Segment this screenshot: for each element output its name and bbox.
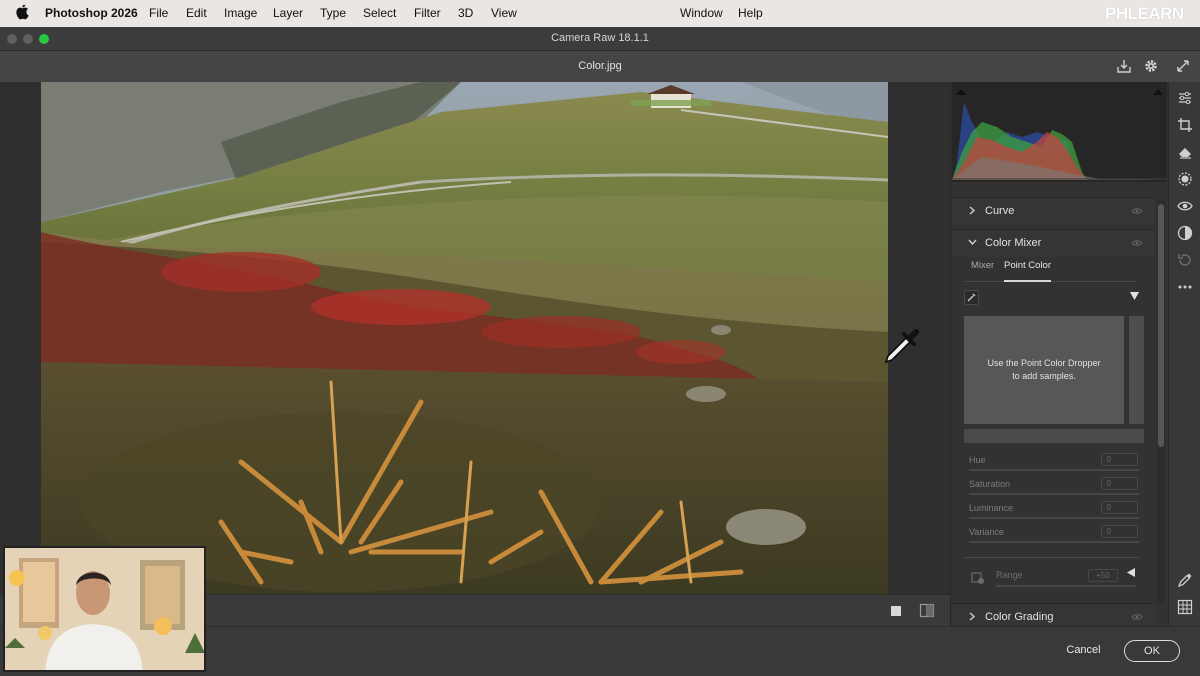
menu-bar: Photoshop 2026 File Edit Image Layer Typ… — [0, 0, 1200, 27]
eyedropper-icon[interactable] — [1177, 572, 1193, 588]
file-header: Color.jpg — [0, 51, 1200, 82]
luminance-slider[interactable] — [969, 517, 1140, 519]
grid-icon[interactable] — [1177, 599, 1193, 615]
variance-value[interactable]: 0 — [1101, 525, 1138, 538]
saturation-value[interactable]: 0 — [1101, 477, 1138, 490]
tool-strip — [1168, 82, 1200, 626]
color-mixer-section-header[interactable]: Color Mixer — [952, 229, 1155, 257]
menu-image[interactable]: Image — [224, 6, 257, 21]
eraser-icon[interactable] — [1177, 144, 1193, 160]
menu-edit[interactable]: Edit — [186, 6, 207, 21]
dropdown-triangle-icon[interactable] — [1130, 292, 1139, 300]
menu-3d[interactable]: 3D — [458, 6, 473, 21]
presets-icon[interactable] — [1177, 225, 1193, 241]
saturation-label: Saturation — [969, 479, 1011, 489]
landscape-photo — [41, 82, 888, 594]
chevron-right-icon — [969, 612, 976, 621]
point-color-swatch-area: Use the Point Color Dropper to add sampl… — [964, 316, 1124, 424]
tab-divider — [965, 281, 1137, 282]
range-divider — [964, 557, 1139, 558]
webcam-video — [5, 548, 204, 670]
crop-icon[interactable] — [1177, 117, 1193, 133]
range-label: Range — [996, 570, 1023, 580]
photo-preview[interactable] — [41, 82, 888, 594]
point-color-hint-line1: Use the Point Color Dropper — [987, 358, 1101, 368]
color-grading-section-header[interactable]: Color Grading — [952, 603, 1155, 627]
ok-button[interactable]: OK — [1124, 640, 1180, 662]
menu-filter[interactable]: Filter — [414, 6, 441, 21]
tab-mixer[interactable]: Mixer — [971, 260, 994, 271]
range-mask-icon[interactable] — [971, 571, 985, 585]
scrollbar-thumb[interactable] — [1158, 204, 1164, 447]
hue-value[interactable]: 0 — [1101, 453, 1138, 466]
luminance-value[interactable]: 0 — [1101, 501, 1138, 514]
menu-window[interactable]: Window — [680, 6, 723, 21]
menu-view[interactable]: View — [491, 6, 517, 21]
curve-section-header[interactable]: Curve — [952, 197, 1155, 225]
range-value[interactable]: +50 — [1088, 569, 1118, 582]
sample-color-bar — [964, 429, 1144, 443]
expand-icon[interactable] — [1175, 58, 1191, 74]
brand-watermark: PHLEARN — [1105, 4, 1184, 23]
menu-select[interactable]: Select — [363, 6, 396, 21]
menu-layer[interactable]: Layer — [273, 6, 303, 21]
point-color-hint-line2: to add samples. — [1012, 371, 1076, 381]
saturation-slider[interactable] — [969, 493, 1140, 495]
swatch-side-strip — [1129, 316, 1144, 424]
chevron-right-icon — [969, 206, 976, 215]
curve-title: Curve — [985, 205, 1015, 217]
variance-slider[interactable] — [969, 541, 1140, 543]
hue-label: Hue — [969, 455, 986, 465]
luminance-label: Luminance — [969, 503, 1014, 513]
file-name: Color.jpg — [578, 60, 622, 72]
hue-slider[interactable] — [969, 469, 1140, 471]
webcam-overlay — [3, 546, 206, 672]
menu-type[interactable]: Type — [320, 6, 346, 21]
variance-label: Variance — [969, 527, 1004, 537]
download-icon[interactable] — [1116, 58, 1132, 74]
apple-logo-icon[interactable] — [16, 5, 30, 21]
window-title: Camera Raw 18.1.1 — [551, 32, 649, 44]
view-mode-icon[interactable] — [889, 604, 903, 618]
eyedropper-cursor-icon — [884, 328, 920, 364]
menu-file[interactable]: File — [149, 6, 168, 21]
mask-icon[interactable] — [1177, 171, 1193, 187]
image-canvas[interactable] — [0, 82, 950, 594]
gear-icon[interactable] — [1143, 58, 1159, 74]
cancel-button[interactable]: Cancel — [1056, 640, 1111, 662]
panel-scrollbar[interactable] — [1157, 200, 1165, 604]
range-pointer-icon[interactable] — [1127, 568, 1135, 577]
color-mixer-title: Color Mixer — [985, 237, 1042, 249]
snapshots-icon[interactable] — [1177, 252, 1193, 268]
histogram — [952, 82, 1167, 182]
menu-help[interactable]: Help — [738, 6, 763, 21]
eye-icon[interactable] — [1131, 239, 1143, 247]
app-menu[interactable]: Photoshop 2026 — [45, 6, 138, 21]
sliders-icon[interactable] — [1177, 90, 1193, 106]
range-slider[interactable] — [996, 585, 1136, 587]
before-after-icon[interactable] — [919, 603, 935, 618]
eye-icon[interactable] — [1131, 207, 1143, 215]
chevron-down-icon — [968, 239, 977, 246]
histogram-graph — [952, 89, 1167, 180]
active-tab-indicator — [1004, 280, 1051, 282]
more-icon[interactable] — [1177, 279, 1193, 295]
color-grading-title: Color Grading — [985, 611, 1054, 623]
eyedropper-icon[interactable] — [964, 290, 979, 305]
eye-icon[interactable] — [1131, 613, 1143, 621]
window-title-bar: Camera Raw 18.1.1 — [0, 27, 1200, 51]
eye-icon[interactable] — [1177, 198, 1193, 214]
tab-point-color[interactable]: Point Color — [1004, 260, 1051, 271]
